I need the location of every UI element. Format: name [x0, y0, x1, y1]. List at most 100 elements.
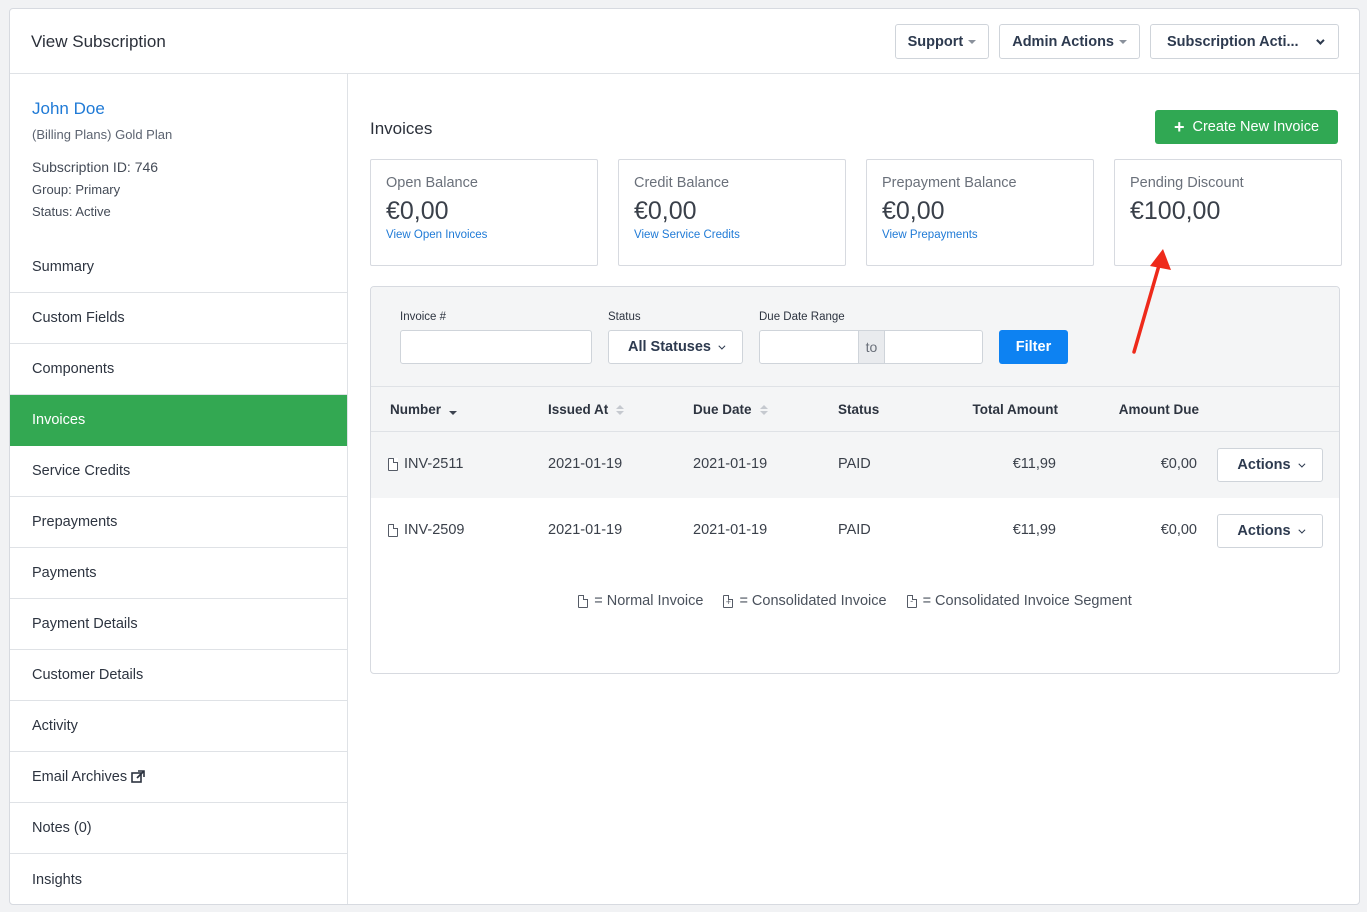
support-button[interactable]: Support: [894, 24, 990, 59]
status-select-value: All Statuses: [628, 339, 711, 355]
customer-name-link[interactable]: John Doe: [32, 99, 105, 119]
card-amount: €0,00: [882, 197, 945, 225]
admin-actions-button[interactable]: Admin Actions: [999, 24, 1140, 59]
row-actions-button[interactable]: Actions: [1217, 448, 1323, 482]
subscription-group: Group: Primary: [32, 182, 121, 197]
sidebar-item-label: Customer Details: [32, 667, 144, 683]
sidebar-item-payment-details[interactable]: Payment Details: [10, 599, 347, 650]
open-balance-card: Open Balance €0,00 View Open Invoices: [370, 159, 598, 266]
filter-bar: Invoice # Status All Statuses Due Date R…: [371, 287, 1339, 387]
caret-down-icon: [968, 39, 977, 44]
sidebar-item-prepayments[interactable]: Prepayments: [10, 497, 347, 548]
sidebar-item-customer-details[interactable]: Customer Details: [10, 650, 347, 701]
sidebar: John Doe (Billing Plans) Gold Plan Subsc…: [10, 74, 348, 904]
sidebar-item-label: Prepayments: [32, 514, 118, 530]
top-bar: View Subscription Support Admin Actions …: [10, 9, 1359, 74]
invoice-number-cell[interactable]: INV-2509: [388, 522, 464, 538]
subscription-actions-button[interactable]: Subscription Acti...: [1150, 24, 1339, 59]
total-amount-cell: €11,99: [1012, 522, 1056, 538]
column-due-date[interactable]: Due Date: [693, 402, 768, 417]
row-actions-button[interactable]: Actions: [1217, 514, 1323, 548]
sidebar-item-service-credits[interactable]: Service Credits: [10, 446, 347, 497]
legend-normal-invoice: = Normal Invoice: [578, 593, 703, 609]
create-new-invoice-button[interactable]: + Create New Invoice: [1155, 110, 1338, 144]
date-range-to-label: to: [859, 330, 884, 364]
sidebar-item-label: Insights: [32, 871, 82, 888]
issued-at-cell: 2021-01-19: [548, 522, 623, 538]
table-row: INV-2509 2021-01-19 2021-01-19 PAID €11,…: [371, 498, 1339, 564]
invoice-table-panel: Invoice # Status All Statuses Due Date R…: [370, 286, 1340, 674]
invoice-type-legend: = Normal Invoice = Consolidated Invoice …: [371, 593, 1339, 609]
card-label: Open Balance: [386, 175, 478, 191]
card-label: Credit Balance: [634, 175, 730, 191]
page-title: View Subscription: [31, 32, 166, 51]
chevron-down-icon: [1297, 460, 1306, 468]
sidebar-item-label: Payment Details: [32, 616, 138, 632]
due-date-range-label: Due Date Range: [759, 311, 845, 323]
prepayment-balance-card: Prepayment Balance €0,00 View Prepayment…: [866, 159, 1094, 266]
sidebar-item-invoices[interactable]: Invoices: [10, 395, 347, 446]
invoice-number-input[interactable]: [400, 330, 592, 364]
sidebar-item-components[interactable]: Components: [10, 344, 347, 395]
column-due-date-label: Due Date: [693, 402, 752, 417]
create-new-invoice-label: Create New Invoice: [1192, 119, 1320, 135]
column-number-label: Number: [390, 402, 442, 417]
chevron-down-icon: [1297, 526, 1306, 534]
subscription-status: Status: Active: [32, 204, 111, 219]
status-select[interactable]: All Statuses: [608, 330, 743, 364]
chevron-down-icon: [1316, 35, 1325, 45]
invoice-number-label: Invoice #: [400, 311, 447, 323]
normal-invoice-icon: [388, 457, 398, 471]
due-date-from-input[interactable]: [759, 330, 859, 364]
total-amount-cell: €11,99: [1012, 456, 1056, 472]
consolidated-invoice-icon: [723, 594, 734, 608]
annotation-arrow-icon: [1132, 249, 1171, 354]
legend-label: = Consolidated Invoice: [739, 593, 887, 609]
sidebar-item-label: Service Credits: [32, 463, 131, 479]
subscription-id: Subscription ID: 746: [32, 159, 159, 175]
filter-button[interactable]: Filter: [999, 330, 1068, 364]
card-label: Prepayment Balance: [882, 175, 1017, 191]
sidebar-item-label: Components: [32, 361, 115, 377]
credit-balance-card: Credit Balance €0,00 View Service Credit…: [618, 159, 846, 266]
card-amount: €100,00: [1130, 197, 1221, 225]
sidebar-item-payments[interactable]: Payments: [10, 548, 347, 599]
amount-due-cell: €0,00: [1160, 522, 1197, 538]
due-date-cell: 2021-01-19: [693, 456, 768, 472]
legend-consolidated-invoice: = Consolidated Invoice: [723, 593, 887, 609]
row-actions-label: Actions: [1237, 523, 1291, 539]
sidebar-item-custom-fields[interactable]: Custom Fields: [10, 293, 347, 344]
sidebar-item-notes[interactable]: Notes (0): [10, 803, 347, 854]
card-amount: €0,00: [386, 197, 449, 225]
sort-icon: [449, 405, 458, 415]
view-open-invoices-link[interactable]: View Open Invoices: [386, 229, 582, 241]
sidebar-item-label: Invoices: [32, 412, 86, 428]
sidebar-item-label: Email Archives: [32, 769, 128, 785]
sort-icon: [759, 404, 768, 415]
invoice-number: INV-2509: [404, 522, 465, 538]
card-label: Pending Discount: [1130, 175, 1244, 191]
sort-icon: [616, 404, 625, 415]
plus-icon: +: [1173, 117, 1185, 137]
sidebar-item-label: Summary: [32, 259, 95, 275]
column-issued-at[interactable]: Issued At: [548, 402, 625, 417]
sidebar-item-activity[interactable]: Activity: [10, 701, 347, 752]
status-cell: PAID: [838, 456, 871, 472]
column-total-amount: Total Amount: [972, 402, 1058, 417]
sidebar-item-summary[interactable]: Summary: [10, 242, 347, 293]
view-prepayments-link[interactable]: View Prepayments: [882, 229, 1078, 241]
subscription-actions-label: Subscription Acti...: [1167, 33, 1299, 50]
legend-consolidated-segment: = Consolidated Invoice Segment: [906, 593, 1132, 609]
view-service-credits-link[interactable]: View Service Credits: [634, 229, 830, 241]
invoice-number: INV-2511: [404, 456, 464, 472]
sidebar-item-email-archives[interactable]: Email Archives: [10, 752, 347, 803]
status-label: Status: [608, 311, 641, 323]
due-date-to-input[interactable]: [884, 330, 983, 364]
sidebar-item-label: Notes (0): [32, 820, 92, 836]
sidebar-item-insights[interactable]: Insights: [10, 854, 347, 904]
column-number[interactable]: Number: [390, 402, 458, 417]
column-issued-at-label: Issued At: [548, 402, 609, 417]
due-date-cell: 2021-01-19: [693, 522, 768, 538]
invoice-number-cell[interactable]: INV-2511: [388, 456, 463, 472]
sidebar-item-label: Activity: [32, 718, 78, 734]
